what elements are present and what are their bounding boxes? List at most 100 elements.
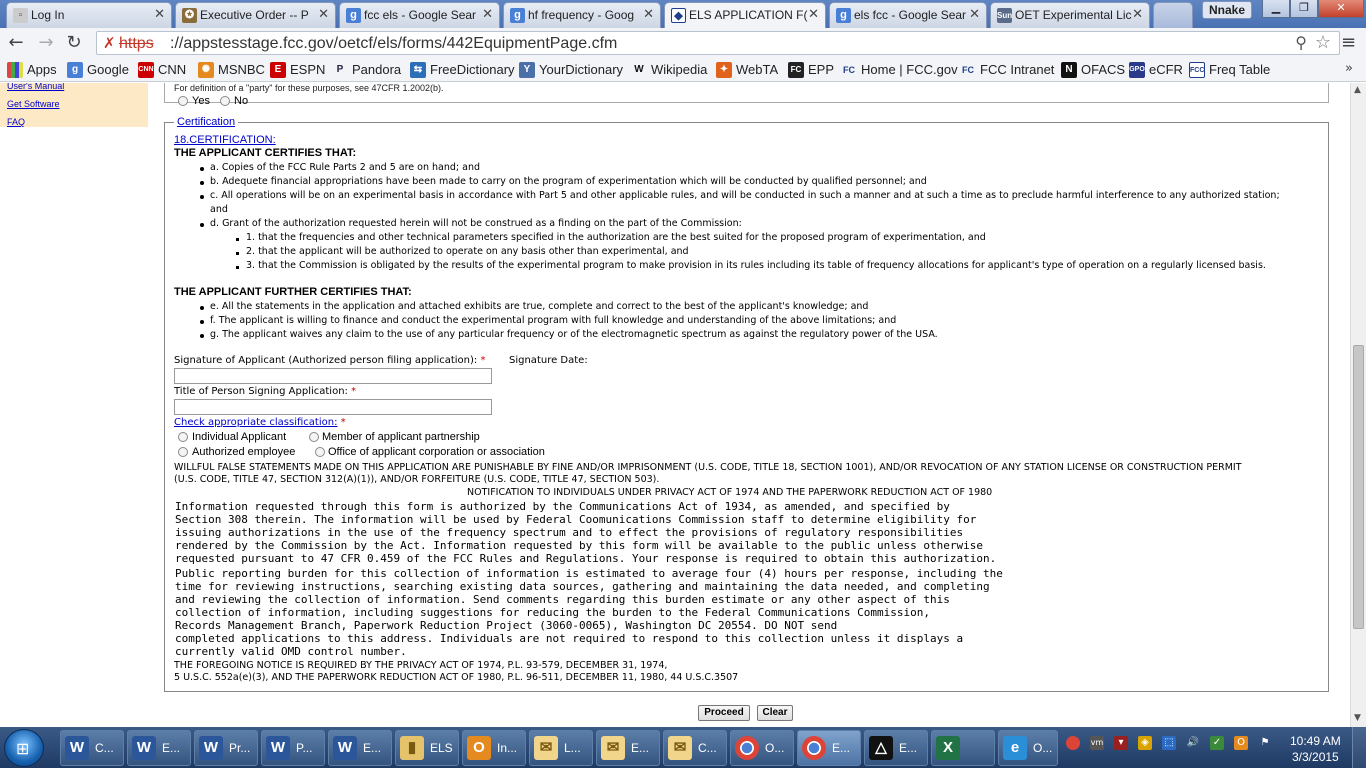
- tab-close-icon[interactable]: ✕: [482, 7, 493, 22]
- tray-flag-icon[interactable]: ⚑: [1258, 736, 1272, 750]
- bookmark-msnbc[interactable]: ✺ MSNBC: [198, 61, 265, 79]
- reload-button[interactable]: ↻: [62, 32, 86, 54]
- scrollbar-thumb[interactable]: [1353, 345, 1364, 629]
- proceed-button[interactable]: Proceed: [698, 705, 750, 721]
- tab-close-icon[interactable]: ✕: [1132, 7, 1143, 22]
- tab-els-application[interactable]: ◆ ELS APPLICATION F( ✕: [664, 2, 826, 30]
- taskbar-explorer-els[interactable]: ▮ ELS: [395, 730, 459, 766]
- classification-individual-radio[interactable]: [178, 432, 188, 442]
- chrome-menu-icon[interactable]: ≡: [1341, 32, 1356, 53]
- classification-link[interactable]: Check appropriate classification:: [174, 417, 337, 428]
- close-window-button[interactable]: ✕: [1318, 0, 1364, 18]
- bookmark-google[interactable]: g Google: [67, 61, 129, 79]
- tray-shield-icon[interactable]: ▾: [1114, 736, 1128, 750]
- taskbar-chrome-1[interactable]: O...: [730, 730, 794, 766]
- bookmark-epp[interactable]: FC EPP: [788, 61, 834, 79]
- classification-partnership-radio[interactable]: [309, 432, 319, 442]
- back-button[interactable]: ←: [4, 32, 28, 54]
- tray-volume-icon[interactable]: 🔊: [1186, 736, 1200, 750]
- tray-sync-icon[interactable]: ⬚: [1162, 736, 1176, 750]
- start-button[interactable]: ⊞: [4, 729, 44, 767]
- taskbar-chrome-2[interactable]: E...: [797, 730, 861, 766]
- forward-button[interactable]: →: [34, 32, 58, 54]
- party-yes-radio[interactable]: [178, 96, 188, 106]
- sidebar-link-get-software[interactable]: Get Software: [7, 99, 60, 109]
- further-certifies-heading: THE APPLICANT FURTHER CERTIFIES THAT:: [174, 286, 412, 298]
- maximize-button[interactable]: ❐: [1290, 0, 1318, 18]
- classification-label: Check appropriate classification: *: [174, 417, 346, 428]
- taskbar-app-prism[interactable]: △ E...: [864, 730, 928, 766]
- bookmark-webta[interactable]: ✦ WebTA: [716, 61, 778, 79]
- bookmark-pandora[interactable]: P Pandora: [332, 61, 401, 79]
- taskbar-word-4[interactable]: W P...: [261, 730, 325, 766]
- new-tab-button[interactable]: [1153, 2, 1193, 28]
- bookmark-star-icon[interactable]: ☆: [1315, 32, 1331, 53]
- bookmarks-overflow-icon[interactable]: »: [1345, 61, 1353, 76]
- cert-item-f: f. The applicant is willing to finance a…: [210, 315, 897, 326]
- bookmark-cnn[interactable]: CNN CNN: [138, 61, 186, 79]
- profile-name-badge[interactable]: Nnake: [1202, 1, 1252, 19]
- taskbar-word-3[interactable]: W Pr...: [194, 730, 258, 766]
- tray-chrome-icon[interactable]: [1066, 736, 1080, 750]
- sidebar-link-users-manual[interactable]: User's Manual: [7, 83, 64, 91]
- tray-vm-icon[interactable]: vm: [1090, 736, 1104, 750]
- tab-fcc-els-search[interactable]: g fcc els - Google Sear ✕: [339, 2, 500, 28]
- classification-employee-label: Authorized employee: [192, 446, 296, 458]
- taskbar-word-2[interactable]: W E...: [127, 730, 191, 766]
- clear-button[interactable]: Clear: [757, 705, 793, 721]
- tab-oet-experimental[interactable]: Sun OET Experimental Lic ✕: [990, 2, 1150, 28]
- taskbar-word-1[interactable]: W C...: [60, 730, 124, 766]
- bookmark-yourdictionary[interactable]: Y YourDictionary: [519, 61, 623, 79]
- signature-input[interactable]: [174, 368, 492, 384]
- cert-item-e: e. All the statements in the application…: [210, 301, 869, 312]
- party-no-radio[interactable]: [220, 96, 230, 106]
- certification-section-link[interactable]: 18.CERTIFICATION:: [174, 134, 276, 146]
- clock-date[interactable]: 3/3/2015: [1292, 750, 1339, 764]
- ie-icon: e: [1003, 736, 1027, 760]
- zoom-icon[interactable]: ⚲: [1295, 33, 1307, 52]
- insecure-lock-icon[interactable]: ✗: [103, 34, 116, 52]
- tab-close-icon[interactable]: ✕: [808, 7, 819, 22]
- title-input[interactable]: [174, 399, 492, 415]
- minimize-button[interactable]: ▁: [1262, 0, 1290, 18]
- address-bar[interactable]: ✗ https ://appstesstage.fcc.gov/oetcf/el…: [96, 31, 1340, 55]
- tab-els-fcc-search[interactable]: g els fcc - Google Sear ✕: [829, 2, 987, 28]
- scroll-down-arrow-icon[interactable]: ▼: [1354, 713, 1361, 723]
- taskbar-outlook-inbox[interactable]: O In...: [462, 730, 526, 766]
- bookmark-freedictionary[interactable]: ⇆ FreeDictionary: [410, 61, 515, 79]
- bookmark-wikipedia[interactable]: W Wikipedia: [631, 61, 707, 79]
- clock-time[interactable]: 10:49 AM: [1290, 734, 1341, 748]
- sidebar-link-faq[interactable]: FAQ: [7, 117, 25, 127]
- tab-close-icon[interactable]: ✕: [643, 7, 654, 22]
- tab-close-icon[interactable]: ✕: [969, 7, 980, 22]
- bookmark-espn[interactable]: E ESPN: [270, 61, 325, 79]
- classification-employee-radio[interactable]: [178, 447, 188, 457]
- tab-log-in[interactable]: ▫ Log In ✕: [6, 2, 172, 28]
- show-desktop-button[interactable]: [1352, 727, 1366, 768]
- tab-close-icon[interactable]: ✕: [154, 7, 165, 22]
- classification-officer-label: Office of applicant corporation or assoc…: [328, 446, 545, 458]
- tab-label: ELS APPLICATION F(: [689, 8, 808, 22]
- tray-security-icon[interactable]: ✓: [1210, 736, 1224, 750]
- classification-officer-radio[interactable]: [315, 447, 325, 457]
- tab-executive-order[interactable]: ✪ Executive Order -- P ✕: [175, 2, 336, 28]
- taskbar-mail-3[interactable]: ✉ C...: [663, 730, 727, 766]
- bookmark-ofacs[interactable]: N OFACS: [1061, 61, 1125, 79]
- bookmark-fcc-home[interactable]: FC Home | FCC.gov: [841, 61, 958, 79]
- taskbar-word-5[interactable]: W E...: [328, 730, 392, 766]
- taskbar-mail-1[interactable]: ✉ L...: [529, 730, 593, 766]
- taskbar-excel[interactable]: X: [931, 730, 995, 766]
- scroll-up-arrow-icon[interactable]: ▲: [1354, 85, 1361, 95]
- taskbar-mail-2[interactable]: ✉ E...: [596, 730, 660, 766]
- word-icon: W: [132, 736, 156, 760]
- bookmark-fcc-intranet[interactable]: FC FCC Intranet: [960, 61, 1054, 79]
- tray-office-icon[interactable]: O: [1234, 736, 1248, 750]
- vertical-scrollbar[interactable]: ▲ ▼: [1350, 83, 1366, 727]
- taskbar-internet-explorer[interactable]: e O...: [998, 730, 1058, 766]
- tray-network-icon[interactable]: ◈: [1138, 736, 1152, 750]
- tab-close-icon[interactable]: ✕: [318, 7, 329, 22]
- bookmark-apps[interactable]: Apps: [7, 61, 57, 79]
- bookmark-freq-table[interactable]: FCC Freq Table: [1189, 61, 1270, 79]
- tab-hf-frequency[interactable]: g hf frequency - Goog ✕: [503, 2, 661, 28]
- bookmark-ecfr[interactable]: GPO eCFR: [1129, 61, 1183, 79]
